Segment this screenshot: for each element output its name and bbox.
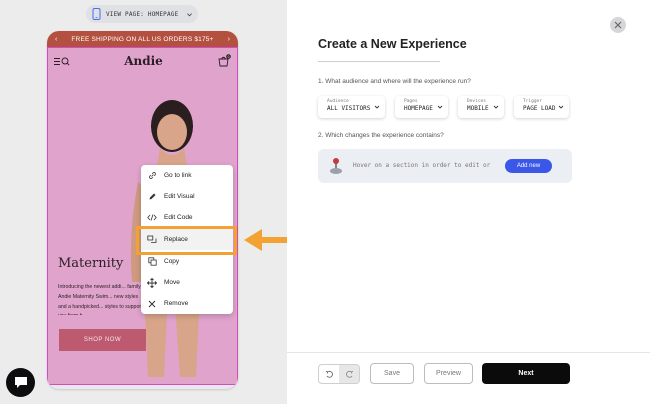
pages-dropdown[interactable]: Pages HOMEPAGE	[395, 96, 448, 118]
link-icon	[147, 171, 157, 181]
menu-search-icon[interactable]	[54, 57, 70, 66]
menu-item-edit-visual[interactable]: Edit Visual	[141, 186, 233, 207]
menu-item-go-to-link[interactable]: Go to link	[141, 165, 233, 186]
menu-item-edit-code[interactable]: Edit Code	[141, 207, 233, 228]
trigger-dropdown[interactable]: Trigger PAGE LOAD	[514, 96, 569, 118]
menu-item-label: Go to link	[164, 172, 192, 179]
joystick-icon	[330, 158, 342, 174]
copy-icon	[147, 257, 157, 267]
close-button[interactable]	[610, 17, 626, 33]
phone-icon	[92, 8, 101, 20]
hero-title: Maternity	[58, 256, 124, 271]
svg-text:0: 0	[228, 55, 230, 59]
chat-icon	[14, 377, 27, 388]
save-button[interactable]: Save	[370, 363, 414, 384]
audience-dropdown[interactable]: Audience ALL VISITORS	[318, 96, 385, 118]
redo-icon	[345, 370, 353, 378]
menu-item-label: Copy	[164, 258, 180, 265]
redo-button[interactable]	[339, 365, 359, 383]
chevron-down-icon	[187, 12, 193, 16]
menu-item-label: Move	[164, 279, 180, 286]
menu-item-label: Remove	[164, 300, 189, 307]
menu-item-label: Edit Code	[164, 214, 193, 221]
view-page-label: VIEW PAGE: HOMEPAGE	[106, 10, 179, 18]
close-icon	[614, 21, 622, 29]
site-logo[interactable]: Andie	[124, 54, 163, 68]
shop-now-button[interactable]: SHOP NOW	[59, 329, 146, 351]
chevron-left-icon[interactable]: ‹	[55, 36, 57, 43]
shipping-banner-text: FREE SHIPPING ON ALL US ORDERS $175+	[71, 35, 214, 43]
chevron-down-icon	[558, 105, 564, 109]
cart-icon[interactable]: 0	[217, 54, 231, 68]
chat-button[interactable]	[6, 368, 35, 397]
site-header: Andie 0	[48, 48, 237, 74]
changes-hint-box: Hover on a section in order to edit or A…	[318, 149, 572, 183]
undo-redo-group	[318, 364, 360, 384]
chevron-down-icon	[437, 105, 443, 109]
chevron-down-icon	[374, 105, 380, 109]
menu-item-label: Edit Visual	[164, 193, 195, 200]
hero-description: Introducing the newest addi... family: A…	[58, 284, 143, 315]
view-page-selector[interactable]: VIEW PAGE: HOMEPAGE	[86, 5, 198, 23]
next-button[interactable]: Next	[482, 363, 570, 384]
panel-title: Create a New Experience	[318, 37, 467, 51]
hover-hint-text: Hover on a section in order to edit or	[353, 162, 491, 169]
pencil-icon	[147, 192, 157, 202]
undo-icon	[325, 370, 333, 378]
devices-dropdown[interactable]: Devices MOBILE	[458, 96, 504, 118]
replace-highlight-box	[136, 226, 237, 255]
question-audience: 1. What audience and where will the expe…	[318, 78, 471, 85]
add-new-button[interactable]: Add new	[505, 159, 552, 173]
preview-button[interactable]: Preview	[424, 363, 473, 384]
question-changes: 2. Which changes the experience contains…	[318, 132, 444, 139]
footer-divider	[287, 352, 650, 353]
code-icon	[147, 213, 157, 223]
menu-item-remove[interactable]: Remove	[141, 293, 233, 314]
menu-item-move[interactable]: Move	[141, 272, 233, 293]
undo-button[interactable]	[319, 365, 339, 383]
chevron-right-icon[interactable]: ›	[228, 36, 230, 43]
move-icon	[147, 277, 157, 288]
chevron-down-icon	[493, 105, 499, 109]
title-divider	[318, 61, 440, 62]
shipping-banner: ‹ FREE SHIPPING ON ALL US ORDERS $175+ ›	[47, 31, 238, 47]
close-icon	[147, 299, 157, 309]
